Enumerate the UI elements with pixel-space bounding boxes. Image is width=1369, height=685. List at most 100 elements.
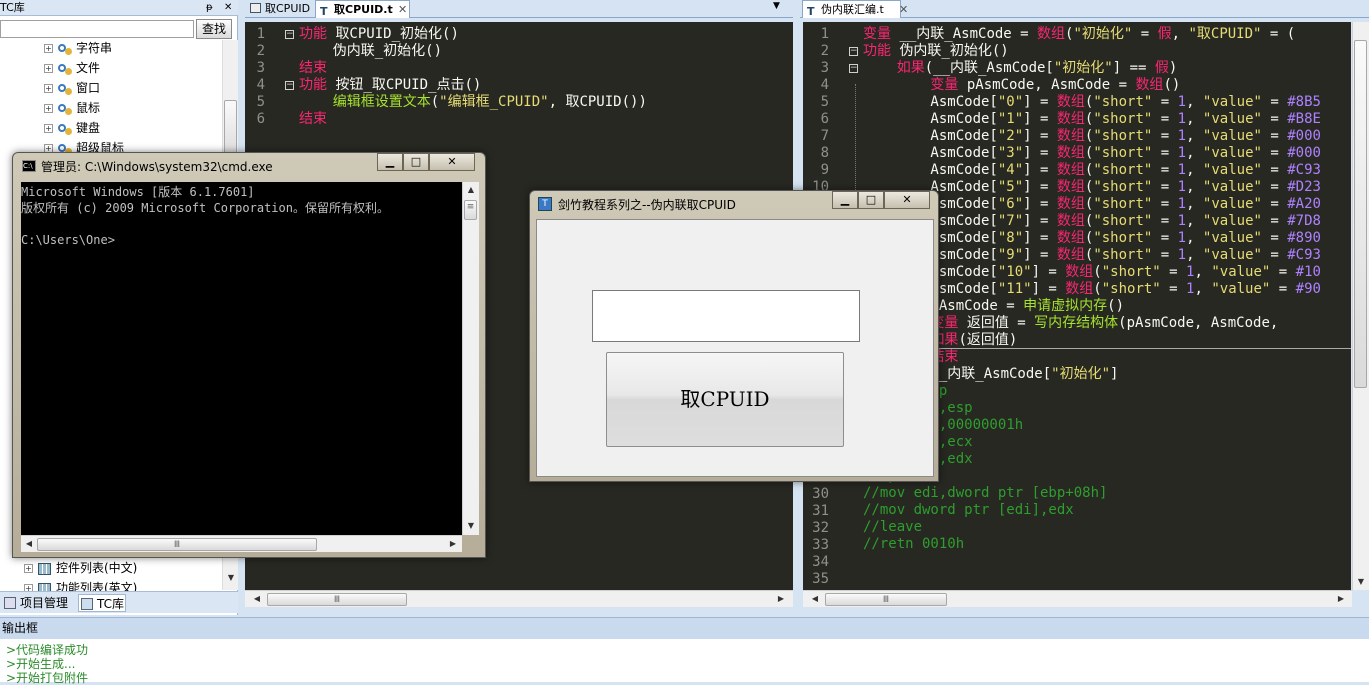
code-token: #000	[1287, 145, 1321, 161]
line-number: 1	[256, 26, 265, 42]
tab-inline-asm[interactable]: T 伪内联汇编.t ✕	[802, 0, 908, 18]
code-token: ,	[1186, 111, 1203, 127]
fold-icon[interactable]: −	[285, 30, 294, 39]
code-token: "short"	[1101, 264, 1161, 280]
code-token: 功能	[299, 77, 336, 93]
cmd-console[interactable]: Microsoft Windows [版本 6.1.7601] 版权所有 (c) …	[21, 182, 462, 535]
code-token: AsmCode[	[863, 94, 998, 110]
code-token: =	[1152, 111, 1178, 127]
hscroll-thumb[interactable]: Ⅲ	[267, 593, 407, 606]
line-number: 32	[812, 520, 829, 536]
code-token: =	[1261, 179, 1288, 195]
code-token: "short"	[1093, 213, 1153, 229]
scroll-left-icon[interactable]: ◀	[807, 591, 823, 607]
maximize-button[interactable]: □	[403, 153, 429, 171]
line-number: 34	[812, 554, 829, 570]
code-token: =	[1152, 196, 1178, 212]
tab-tc-library[interactable]: TC库	[78, 594, 126, 612]
code-token: #B8E	[1287, 111, 1321, 127]
code-token: "2"	[997, 128, 1024, 144]
code-token: 数组	[1065, 264, 1094, 280]
tree-item-label: 键盘	[76, 121, 101, 135]
project-icon	[4, 597, 16, 609]
expand-icon[interactable]: +	[44, 104, 53, 113]
tab-quCPUID-t[interactable]: T 取CPUID.t ✕	[315, 0, 410, 18]
close-button[interactable]: ✕	[429, 153, 475, 171]
fold-icon[interactable]: −	[285, 81, 294, 90]
close-button[interactable]: ✕	[884, 191, 930, 209]
scroll-down-icon[interactable]: ▼	[223, 570, 239, 586]
editor-right-hscroll[interactable]: ◀ Ⅲ ▶	[803, 590, 1352, 607]
fold-icon[interactable]: −	[849, 64, 858, 73]
tree-item[interactable]: + 字符串	[44, 38, 112, 58]
code-token: =	[1270, 281, 1296, 297]
scroll-right-icon[interactable]: ▶	[445, 536, 461, 552]
code-token: #890	[1287, 230, 1321, 246]
code-token: "value"	[1202, 111, 1262, 127]
scroll-up-icon[interactable]: ▲	[463, 182, 479, 198]
tab-project-manager[interactable]: 项目管理	[2, 594, 74, 612]
scroll-down-icon[interactable]: ▼	[1353, 574, 1369, 590]
scroll-left-icon[interactable]: ◀	[21, 536, 37, 552]
expand-icon[interactable]: +	[24, 564, 33, 573]
close-icon[interactable]: ✕	[224, 0, 232, 15]
cpuid-edit-box[interactable]	[592, 290, 860, 342]
code-token: #10	[1295, 264, 1321, 280]
pin-icon[interactable]: ᵽ	[206, 0, 213, 15]
code-token: "value"	[1202, 196, 1262, 212]
fold-icon[interactable]: −	[849, 47, 858, 56]
code-token: =	[1152, 230, 1178, 246]
dropdown-arrow-icon[interactable]: ▼	[773, 1, 780, 11]
library-search-input[interactable]	[0, 20, 194, 38]
code-token: 数组	[1056, 128, 1085, 144]
close-tab-icon[interactable]: ✕	[398, 1, 407, 18]
code-token: 数组	[1037, 26, 1066, 42]
code-token: 数组	[1056, 213, 1085, 229]
expand-icon[interactable]: +	[44, 44, 53, 53]
tree-item[interactable]: + 窗口	[44, 78, 100, 98]
tree-item[interactable]: + 鼠标	[44, 98, 100, 118]
code-token: =	[1132, 26, 1158, 42]
get-cpuid-button[interactable]: 取CPUID	[606, 352, 844, 447]
scroll-right-icon[interactable]: ▶	[1333, 591, 1349, 607]
code-token: ] =	[1031, 264, 1066, 280]
expand-icon[interactable]: +	[44, 84, 53, 93]
editor-right-vscroll[interactable]: ▼	[1352, 22, 1369, 590]
scroll-right-icon[interactable]: ▶	[773, 591, 789, 607]
cmd-window[interactable]: C:\ 管理员: C:\Windows\system32\cmd.exe ▁ □…	[12, 152, 486, 558]
code-token: 数组	[1056, 247, 1085, 263]
editor-left-hscroll[interactable]: ◀ Ⅲ ▶	[245, 590, 793, 607]
code-token: (	[1093, 281, 1102, 297]
search-button[interactable]: 查找	[196, 19, 232, 39]
code-token: 1	[1177, 213, 1187, 229]
code-token: =	[1261, 230, 1288, 246]
cmd-vscroll[interactable]: ▲ ≡ ▼	[462, 182, 479, 535]
line-number: 4	[820, 77, 829, 93]
line-number: 2	[820, 43, 829, 59]
code-token: 1	[1177, 162, 1187, 178]
scroll-left-icon[interactable]: ◀	[249, 591, 265, 607]
line-number: 30	[812, 486, 829, 502]
tree-item[interactable]: + 键盘	[44, 118, 100, 138]
expand-icon[interactable]: +	[44, 124, 53, 133]
scroll-down-icon[interactable]: ▼	[463, 518, 479, 534]
hscroll-thumb[interactable]: Ⅲ	[825, 593, 947, 606]
code-token: "short"	[1093, 111, 1153, 127]
cmd-hscroll[interactable]: ◀ Ⅲ ▶	[21, 535, 462, 552]
minimize-button[interactable]: ▁	[832, 191, 858, 209]
tree-item[interactable]: + 控件列表(中文)	[24, 558, 137, 578]
dialog-client-area: 取CPUID	[536, 219, 934, 477]
close-tab-icon[interactable]: ✕	[899, 1, 908, 18]
code-token: =	[1152, 247, 1178, 263]
code-token: =	[1160, 281, 1187, 297]
cpuid-dialog-window[interactable]: T 剑竹教程系列之--伪内联取CPUID ▁ □ ✕ 取CPUID	[529, 190, 939, 482]
tree-item[interactable]: + 文件	[44, 58, 100, 78]
code-token: "short"	[1093, 247, 1153, 263]
library-panel-tabs: 项目管理 TC库	[0, 591, 238, 613]
script-icon: T	[320, 5, 328, 18]
code-token: "short"	[1101, 281, 1161, 297]
line-number: 7	[820, 128, 829, 144]
maximize-button[interactable]: □	[858, 191, 884, 209]
minimize-button[interactable]: ▁	[377, 153, 403, 171]
expand-icon[interactable]: +	[44, 64, 53, 73]
